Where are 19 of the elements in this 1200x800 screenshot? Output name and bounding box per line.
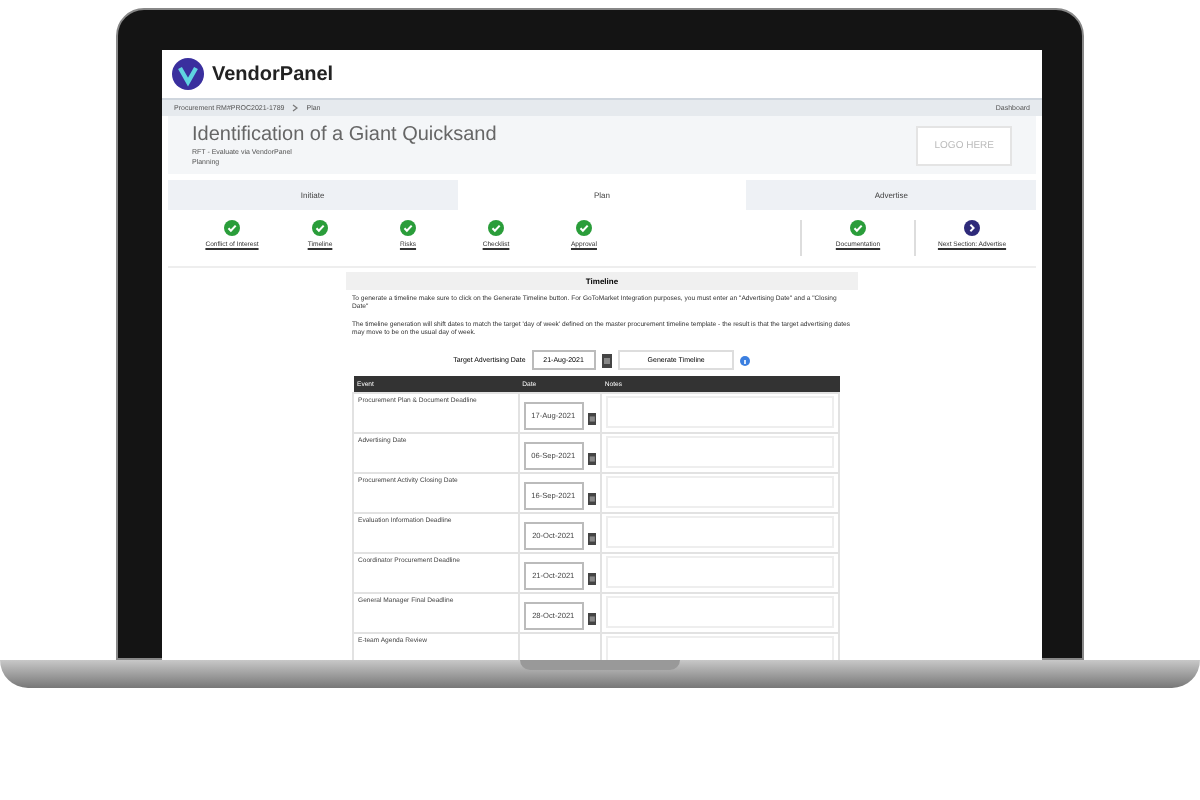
calendar-icon[interactable]	[587, 612, 596, 627]
calendar-icon[interactable]	[587, 572, 596, 587]
calendar-icon[interactable]	[587, 492, 596, 507]
calendar-icon[interactable]	[587, 412, 596, 427]
chevron-icon	[292, 104, 299, 112]
notes-field[interactable]	[605, 436, 834, 469]
calendar-icon[interactable]	[587, 452, 596, 467]
calendar-icon[interactable]	[601, 353, 612, 368]
notes-field[interactable]	[605, 596, 834, 629]
calendar-icon[interactable]	[587, 532, 596, 547]
notes-field[interactable]	[605, 636, 834, 660]
brand-name: VendorPanel	[212, 63, 334, 85]
notes-field[interactable]	[605, 396, 834, 429]
logo-icon	[172, 58, 204, 90]
notes-field[interactable]	[605, 516, 834, 549]
notes-field[interactable]	[605, 476, 834, 509]
notes-field[interactable]	[605, 556, 834, 589]
page-title: Identification of a Giant Quicksand	[192, 124, 499, 146]
info-icon[interactable]	[740, 355, 751, 366]
